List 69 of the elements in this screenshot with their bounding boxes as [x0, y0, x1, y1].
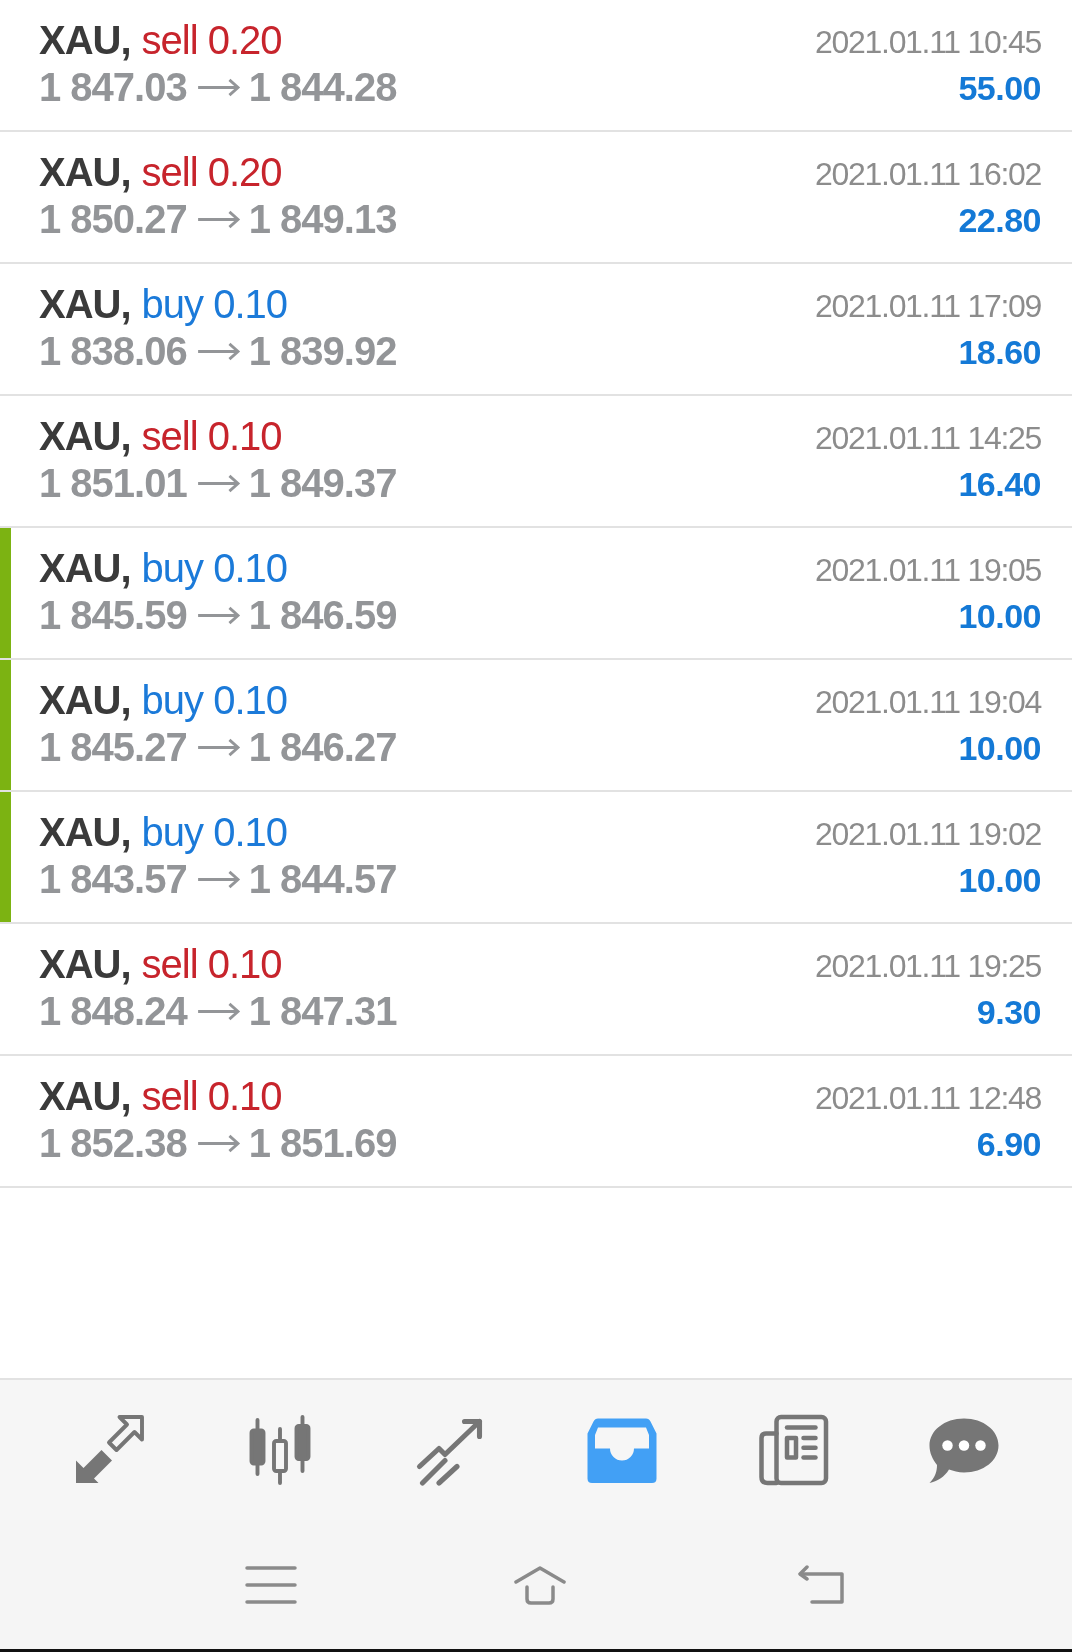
right-arrow-icon — [196, 78, 241, 97]
trade-row[interactable]: XAU, buy 0.10 1 843.57 1 844.57 2021.01.11 19:02 10.00 — [0, 792, 1072, 924]
right-arrow-icon — [196, 738, 241, 757]
symbol-label: XAU, — [39, 149, 131, 196]
symbol-label: XAU, — [39, 809, 131, 856]
open-price: 1 847.03 — [39, 64, 187, 111]
profit-value: 18.60 — [958, 332, 1041, 373]
close-price: 1 844.57 — [248, 856, 397, 903]
close-time: 2021.01.11 19:05 — [815, 551, 1041, 590]
order-label: sell 0.20 — [141, 17, 282, 64]
close-time: 2021.01.11 14:25 — [815, 419, 1041, 458]
order-label: sell 0.10 — [141, 941, 282, 988]
order-label: sell 0.10 — [141, 413, 282, 460]
close-time: 2021.01.11 17:09 — [815, 287, 1041, 326]
profit-value: 10.00 — [958, 596, 1041, 637]
newspaper-icon — [756, 1414, 829, 1486]
open-price: 1 848.24 — [39, 988, 187, 1035]
symbol-label: XAU, — [39, 941, 131, 988]
trade-row[interactable]: XAU, buy 0.10 1 845.59 1 846.59 2021.01.11 19:05 10.00 — [0, 528, 1072, 660]
close-price: 1 844.28 — [248, 64, 397, 111]
open-price: 1 845.27 — [39, 724, 187, 771]
open-price: 1 852.38 — [39, 1120, 187, 1167]
trade-row[interactable]: XAU, buy 0.10 1 845.27 1 846.27 2021.01.11 19:04 10.00 — [0, 660, 1072, 792]
open-price: 1 843.57 — [39, 856, 187, 903]
open-price: 1 850.27 — [39, 196, 187, 243]
open-price: 1 851.01 — [39, 460, 187, 507]
profit-value: 6.90 — [976, 1124, 1041, 1165]
symbol-label: XAU, — [39, 545, 131, 592]
right-arrow-icon — [196, 1002, 241, 1021]
right-arrow-icon — [196, 1134, 241, 1153]
home-icon — [514, 1564, 566, 1605]
right-arrow-icon — [196, 870, 241, 889]
close-price: 1 851.69 — [248, 1120, 397, 1167]
order-label: buy 0.10 — [141, 545, 288, 592]
symbol-label: XAU, — [39, 17, 131, 64]
order-label: buy 0.10 — [141, 281, 288, 328]
close-time: 2021.01.11 12:48 — [815, 1079, 1041, 1118]
close-price: 1 839.92 — [248, 328, 397, 375]
close-time: 2021.01.11 19:02 — [815, 815, 1041, 854]
profit-value: 16.40 — [958, 464, 1041, 505]
right-arrow-icon — [196, 342, 241, 361]
close-time: 2021.01.11 19:04 — [815, 683, 1041, 722]
symbol-label: XAU, — [39, 281, 131, 328]
order-label: buy 0.10 — [141, 677, 288, 724]
profit-value: 9.30 — [976, 992, 1041, 1033]
menu-icon — [245, 1564, 297, 1605]
close-time: 2021.01.11 16:02 — [815, 155, 1041, 194]
symbol-label: XAU, — [39, 1073, 131, 1120]
profit-value: 10.00 — [958, 860, 1041, 901]
close-price: 1 849.37 — [248, 460, 397, 507]
close-price: 1 849.13 — [248, 196, 397, 243]
right-arrow-icon — [196, 606, 241, 625]
open-price: 1 845.59 — [39, 592, 187, 639]
right-arrow-icon — [196, 210, 241, 229]
profit-value: 55.00 — [958, 68, 1041, 109]
open-price: 1 838.06 — [39, 328, 187, 375]
order-label: sell 0.10 — [141, 1073, 282, 1120]
close-price: 1 847.31 — [248, 988, 397, 1035]
symbol-label: XAU, — [39, 413, 131, 460]
close-time: 2021.01.11 19:25 — [815, 947, 1041, 986]
order-label: buy 0.10 — [141, 809, 288, 856]
close-time: 2021.01.11 10:45 — [815, 23, 1041, 62]
right-arrow-icon — [196, 474, 241, 493]
order-label: sell 0.20 — [141, 149, 282, 196]
profit-value: 10.00 — [958, 728, 1041, 769]
profit-value: 22.80 — [958, 200, 1041, 241]
close-price: 1 846.59 — [248, 592, 397, 639]
close-price: 1 846.27 — [248, 724, 397, 771]
symbol-label: XAU, — [39, 677, 131, 724]
